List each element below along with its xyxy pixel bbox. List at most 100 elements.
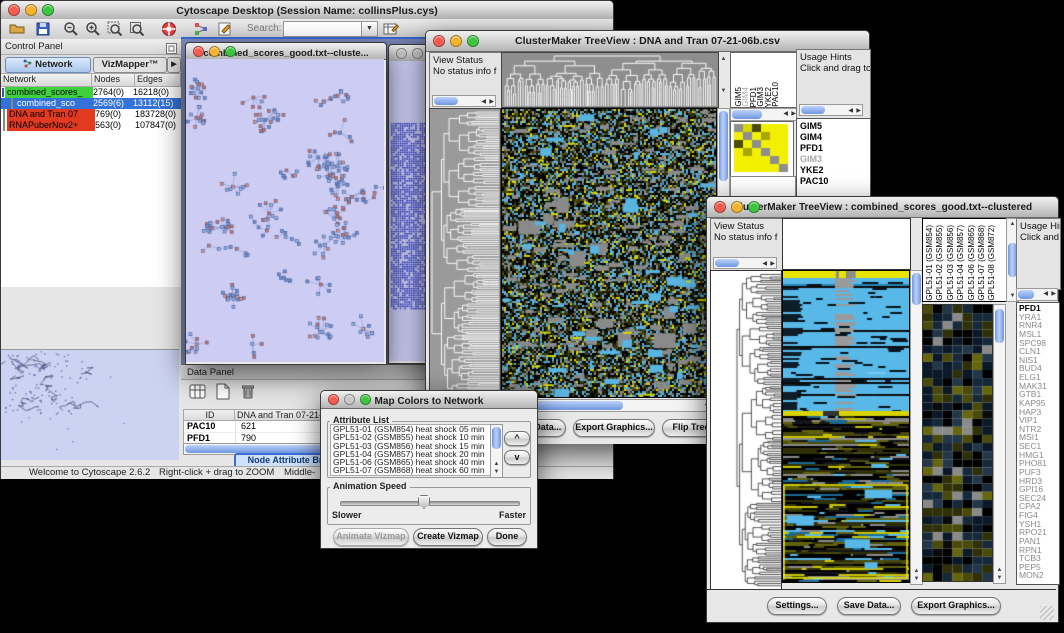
zoom-window-icon[interactable] — [360, 394, 371, 405]
treeview2-title-bar[interactable]: ClusterMaker TreeView : combined_scores_… — [707, 197, 1058, 218]
gene-label[interactable]: YSH1 — [1019, 520, 1059, 529]
export-graphics-button[interactable]: Export Graphics... — [573, 419, 655, 437]
attribute-item[interactable]: GPL51-03 (GSM856) heat shock 15 min — [333, 442, 491, 450]
mini-hscrollbar[interactable]: ◀ ▶ — [730, 108, 798, 121]
column-dendrogram-blank[interactable] — [782, 218, 911, 270]
row-dendrogram-canvas[interactable] — [429, 108, 501, 398]
zoom-heatmap-canvas[interactable] — [922, 304, 993, 582]
column-header-nodes[interactable]: Nodes — [92, 74, 135, 86]
scrollbar-thumb[interactable] — [719, 111, 728, 181]
gene-label[interactable]: PAC10 — [800, 176, 870, 187]
gene-label[interactable]: YKE2 — [800, 165, 870, 176]
search-dropdown-button[interactable]: ▼ — [361, 21, 378, 37]
treeview2-gene-list[interactable]: PFD1YRA1RNR4MSL1SPC98CLN1NIS1BUD4ELG1MAK… — [1016, 302, 1060, 585]
scrollbar-thumb[interactable] — [185, 445, 335, 453]
gene-label[interactable]: GTB1 — [1019, 390, 1059, 399]
gene-label[interactable]: KAP95 — [1019, 399, 1059, 408]
scroll-right-arrow[interactable]: ▶ — [489, 97, 494, 107]
scroll-left-arrow[interactable]: ◀ — [762, 259, 767, 269]
zoom-window-icon[interactable] — [42, 4, 54, 16]
scroll-right-arrow[interactable]: ▶ — [1051, 290, 1056, 297]
scroll-down-arrow[interactable]: ▼ — [994, 575, 1005, 582]
close-icon[interactable] — [8, 4, 20, 16]
network-overview-canvas[interactable] — [1, 349, 179, 460]
view-status-hscrollbar[interactable]: ◀ ▶ — [432, 95, 496, 107]
gene-label[interactable]: NIS1 — [1019, 356, 1059, 365]
gene-label[interactable]: MON2 — [1019, 571, 1059, 580]
scroll-up-arrow[interactable]: ▲ — [994, 567, 1005, 574]
scrollbar-thumb[interactable] — [732, 110, 762, 119]
gene-label[interactable]: YRA1 — [1019, 313, 1059, 322]
gene-label[interactable]: GIM3 — [800, 154, 870, 165]
scrollbar-thumb[interactable] — [912, 273, 921, 305]
scroll-down-arrow[interactable]: ▼ — [719, 88, 728, 95]
gene-label[interactable]: HAP3 — [1019, 408, 1059, 417]
tab-network[interactable]: Network — [5, 57, 91, 73]
save-data-button[interactable]: Save Data... — [837, 597, 901, 615]
gene-label[interactable]: MSL1 — [1019, 330, 1059, 339]
heatmap-canvas[interactable] — [782, 270, 910, 583]
gene-label[interactable]: GIM5 — [800, 121, 870, 132]
minimize-icon[interactable] — [25, 4, 37, 16]
scrollbar-thumb[interactable] — [434, 97, 458, 105]
view-status-hscrollbar[interactable]: ◀ ▶ — [713, 257, 777, 269]
scroll-up-arrow[interactable]: ▲ — [491, 461, 502, 468]
scroll-right-arrow[interactable]: ▶ — [856, 106, 861, 116]
trash-icon[interactable] — [239, 383, 257, 406]
attribute-item[interactable]: GPL51-02 (GSM855) heat shock 10 min — [333, 433, 491, 441]
gene-label[interactable]: HMG1 — [1019, 451, 1059, 460]
tab-vizmapper[interactable]: VizMapper™ — [93, 57, 167, 73]
usage-hints-hscrollbar[interactable]: ◀ ▶ — [1016, 288, 1058, 301]
scroll-down-arrow[interactable]: ▼ — [911, 576, 922, 583]
gene-label[interactable]: PHO81 — [1019, 459, 1059, 468]
attribute-item[interactable]: GPL51-07 (GSM868) heat shock 60 min — [333, 466, 491, 474]
dendro-scroll-arrows[interactable]: ▲ ▼ — [719, 52, 728, 106]
selection-mini-heatmap-canvas[interactable] — [730, 121, 794, 177]
gene-label[interactable]: PEP5 — [1019, 563, 1059, 572]
scroll-down-arrow[interactable]: ▼ — [491, 469, 502, 476]
gene-label[interactable]: HRD3 — [1019, 477, 1059, 486]
gene-label[interactable]: TCB3 — [1019, 554, 1059, 563]
move-up-button[interactable]: ^ — [504, 431, 530, 446]
gene-label[interactable]: SEC24 — [1019, 494, 1059, 503]
attribute-item[interactable]: GPL51-06 (GSM865) heat shock 40 min — [333, 458, 491, 466]
gene-label[interactable]: GPI16 — [1019, 485, 1059, 494]
zoom-vscrollbar[interactable]: ▲ ▼ — [993, 304, 1006, 584]
gene-label[interactable]: PFD1 — [800, 143, 870, 154]
minimize-icon[interactable] — [450, 35, 462, 47]
minimize-icon[interactable] — [412, 48, 423, 59]
network-tree-row[interactable]: RNAPuberNov2+563(0)107847(0) — [1, 120, 181, 131]
gene-label[interactable]: MAK31 — [1019, 382, 1059, 391]
gene-label[interactable]: CPA2 — [1019, 502, 1059, 511]
gene-label[interactable]: PAN1 — [1019, 537, 1059, 546]
scrollbar-thumb[interactable] — [1018, 290, 1034, 299]
dialog-title-bar[interactable]: Map Colors to Network — [321, 391, 537, 409]
resize-grip[interactable] — [1040, 606, 1054, 620]
minimize-icon[interactable] — [209, 46, 220, 57]
gene-label[interactable]: VIP1 — [1019, 416, 1059, 425]
scrollbar-thumb[interactable] — [715, 259, 739, 267]
gene-label[interactable]: PFD1 — [1019, 304, 1059, 313]
column-header-edges[interactable]: Edges — [135, 74, 181, 86]
heatmap-canvas[interactable] — [501, 108, 717, 398]
scroll-left-arrow[interactable]: ◀ — [1043, 290, 1048, 297]
move-down-button[interactable]: v — [504, 450, 530, 465]
scroll-right-arrow[interactable]: ▶ — [770, 259, 775, 269]
usage-hints-hscrollbar[interactable]: ◀ ▶ — [799, 104, 863, 116]
gene-label[interactable]: GIM4 — [800, 132, 870, 143]
gene-label[interactable]: RNR4 — [1019, 321, 1059, 330]
scroll-up-arrow[interactable]: ▲ — [719, 56, 728, 63]
close-icon[interactable] — [193, 46, 204, 57]
gene-label[interactable]: CLN1 — [1019, 347, 1059, 356]
create-vizmap-button[interactable]: Create Vizmap — [413, 528, 483, 546]
gene-label[interactable]: SPC98 — [1019, 339, 1059, 348]
network-tree-row[interactable]: combined_sco2569(6)13112(15) — [1, 98, 181, 109]
slider-track[interactable] — [340, 501, 520, 506]
scroll-left-arrow[interactable]: ◀ — [481, 97, 486, 107]
minimize-icon[interactable] — [344, 394, 355, 405]
main-title-bar[interactable]: Cytoscape Desktop (Session Name: collins… — [1, 1, 613, 20]
column-header-network[interactable]: Network — [1, 74, 92, 86]
scrollbar-thumb[interactable] — [492, 427, 501, 449]
attribute-list[interactable]: GPL51-01 (GSM854) heat shock 05 minGPL51… — [330, 424, 492, 476]
network-tree-row[interactable]: combined_scores_2764(0)16218(0) — [1, 87, 181, 98]
